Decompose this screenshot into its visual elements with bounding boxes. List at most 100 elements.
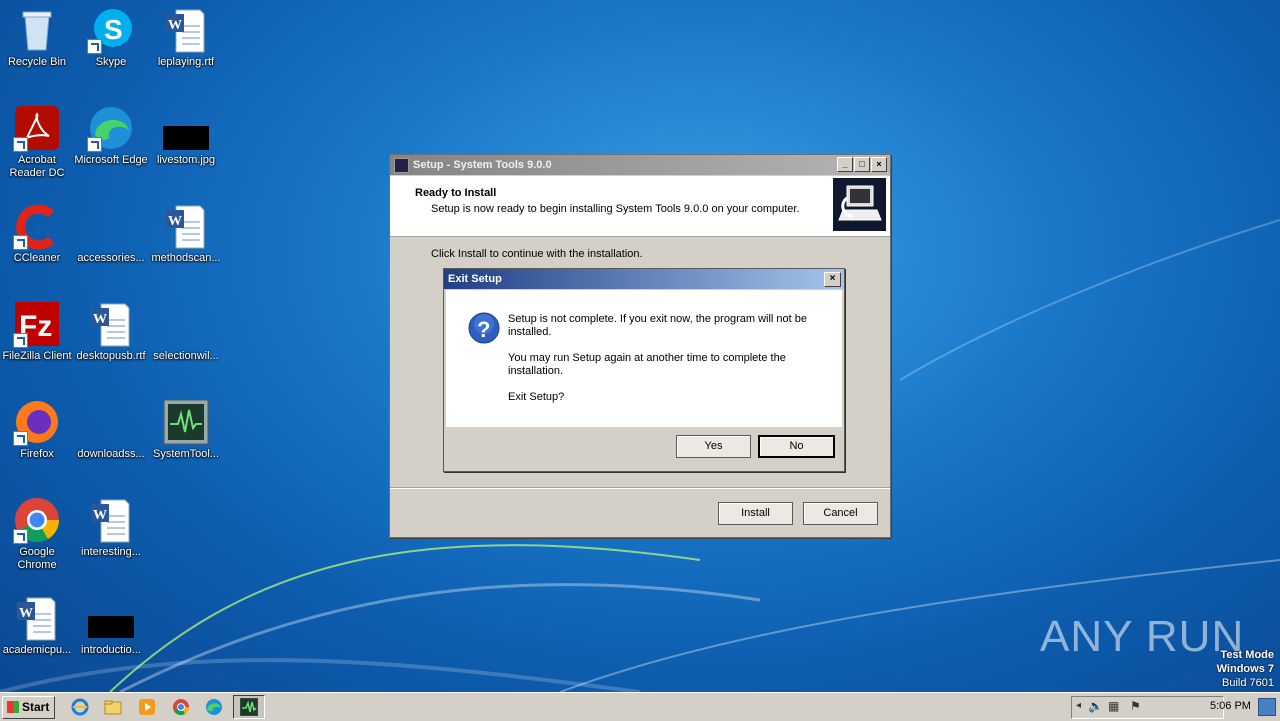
speaker-icon[interactable]: 🔈 <box>1088 699 1103 713</box>
close-button[interactable]: × <box>871 157 887 172</box>
desktop-icon-label: Microsoft Edge <box>74 154 148 166</box>
desktop-icon-ccleaner[interactable]: CCleaner <box>0 202 74 265</box>
maximize-button[interactable]: □ <box>854 157 870 172</box>
desktop-icon-label: Google Chrome <box>17 546 57 571</box>
desktop-icon-label: desktopusb.rtf <box>76 350 146 362</box>
header-title: Ready to Install <box>415 187 497 199</box>
desktop-icon-label: methodscan... <box>151 252 221 264</box>
blank-file-icon <box>87 398 135 446</box>
minimize-button[interactable]: _ <box>837 157 853 172</box>
taskbar: Start ◂ 🔈 ▦ ⚑ <box>0 692 1280 721</box>
explorer-icon[interactable] <box>104 698 122 716</box>
yes-button[interactable]: Yes <box>676 435 751 458</box>
watermark-line2: Windows 7 <box>1216 663 1274 675</box>
media-player-icon[interactable] <box>138 698 156 716</box>
exit-setup-dialog: Exit Setup × ? Setup is not complete. If… <box>443 268 845 472</box>
desktop-icon-systemtool[interactable]: SystemTool... <box>149 398 223 461</box>
firefox-icon <box>13 398 61 446</box>
image-thumbnail-icon <box>87 594 135 642</box>
svg-text:W: W <box>168 214 182 229</box>
taskbar-clock[interactable]: 5:06 PM <box>1210 700 1251 712</box>
desktop-icon-label: selectionwil... <box>153 350 219 362</box>
exit-dialog-title: Exit Setup <box>448 273 502 285</box>
chrome-taskbar-icon[interactable] <box>172 698 190 716</box>
word-document-icon: W <box>13 594 61 642</box>
desktop-icon-edge[interactable]: Microsoft Edge <box>74 104 148 167</box>
setup-window-title: Setup - System Tools 9.0.0 <box>413 159 552 171</box>
svg-text:W: W <box>19 606 33 621</box>
exit-dialog-titlebar[interactable]: Exit Setup × <box>444 269 844 289</box>
windows-logo-icon <box>7 701 19 713</box>
desktop-icon-label: Firefox <box>20 448 54 460</box>
desktop-icon-acrobat[interactable]: Acrobat Reader DC <box>0 104 74 180</box>
desktop-icon-label: CCleaner <box>13 252 61 264</box>
edge-taskbar-icon[interactable] <box>205 698 223 716</box>
blank-file-icon <box>162 300 210 348</box>
shortcut-arrow-icon <box>13 137 28 152</box>
desktop-icon-academicpu[interactable]: W academicpu... <box>0 594 74 657</box>
desktop-icon-interesting[interactable]: W interesting... <box>74 496 148 559</box>
svg-text:?: ? <box>477 317 490 342</box>
svg-text:W: W <box>93 312 107 327</box>
desktop-icon-label: interesting... <box>81 546 141 558</box>
desktop-icon-chrome[interactable]: Google Chrome <box>0 496 74 572</box>
setup-window-titlebar[interactable]: Setup - System Tools 9.0.0 _ □ × <box>390 155 890 175</box>
system-tools-icon <box>240 698 258 716</box>
desktop-icon-desktopusb[interactable]: W desktopusb.rtf <box>74 300 148 363</box>
word-document-icon: W <box>162 6 210 54</box>
no-button[interactable]: No <box>758 435 835 458</box>
desktop-icon-leplaying[interactable]: W leplaying.rtf <box>149 6 223 69</box>
word-document-icon: W <box>87 300 135 348</box>
desktop-icon-label: leplaying.rtf <box>157 56 215 68</box>
svg-text:W: W <box>168 18 182 33</box>
install-button[interactable]: Install <box>718 502 793 525</box>
cancel-button[interactable]: Cancel <box>803 502 878 525</box>
network-icon[interactable]: ▦ <box>1108 699 1119 713</box>
blank-file-icon <box>87 202 135 250</box>
shortcut-arrow-icon <box>87 39 102 54</box>
shortcut-arrow-icon <box>13 529 28 544</box>
show-desktop-button[interactable] <box>1258 698 1276 716</box>
exit-message-1: Setup is not complete. If you exit now, … <box>508 313 807 338</box>
setup-body-text: Click Install to continue with the insta… <box>431 248 643 260</box>
exit-dialog-body: ? Setup is not complete. If you exit now… <box>446 290 842 427</box>
desktop-icon-livestom[interactable]: livestom.jpg <box>149 104 223 167</box>
flag-icon[interactable]: ⚑ <box>1130 699 1141 713</box>
recycle-bin-icon <box>13 6 61 54</box>
acrobat-icon <box>13 104 61 152</box>
system-tray: ◂ 🔈 ▦ ⚑ <box>1071 696 1224 719</box>
desktop-icon-accessories[interactable]: accessories... <box>74 202 148 265</box>
desktop-icon-label: livestom.jpg <box>156 154 216 166</box>
chevron-up-icon[interactable]: ◂ <box>1076 700 1081 711</box>
setup-header: Ready to Install Setup is now ready to b… <box>390 176 890 237</box>
taskbar-setup-button[interactable] <box>233 695 265 719</box>
setup-separator <box>390 487 890 489</box>
question-icon: ? <box>468 312 500 344</box>
shortcut-arrow-icon <box>13 235 28 250</box>
desktop-icon-filezilla[interactable]: Fz FileZilla Client <box>0 300 74 363</box>
image-thumbnail-icon <box>162 104 210 152</box>
chrome-icon <box>13 496 61 544</box>
desktop-icon-selectionwil[interactable]: selectionwil... <box>149 300 223 363</box>
close-button[interactable]: × <box>824 272 841 287</box>
desktop-icon-recycle-bin[interactable]: Recycle Bin <box>0 6 74 69</box>
ccleaner-icon <box>13 202 61 250</box>
start-label: Start <box>22 700 50 714</box>
filezilla-icon: Fz <box>13 300 61 348</box>
svg-text:S: S <box>104 14 123 45</box>
desktop-icon-introductio[interactable]: introductio... <box>74 594 148 657</box>
exit-message-3: Exit Setup? <box>508 391 565 403</box>
desktop-icon-label: FileZilla Client <box>2 350 72 362</box>
start-button[interactable]: Start <box>2 696 55 719</box>
desktop-icon-downloadss[interactable]: downloadss... <box>74 398 148 461</box>
desktop-icon-firefox[interactable]: Firefox <box>0 398 74 461</box>
shortcut-arrow-icon <box>13 431 28 446</box>
ie-icon[interactable] <box>71 698 89 716</box>
exit-message-2: You may run Setup again at another time … <box>508 352 786 377</box>
desktop-icon-label: academicpu... <box>2 644 72 656</box>
desktop-icon-label: Skype <box>95 56 127 68</box>
desktop-icon-methodscan[interactable]: W methodscan... <box>149 202 223 265</box>
shortcut-arrow-icon <box>87 137 102 152</box>
desktop-icon-skype[interactable]: S Skype <box>74 6 148 69</box>
word-document-icon: W <box>87 496 135 544</box>
